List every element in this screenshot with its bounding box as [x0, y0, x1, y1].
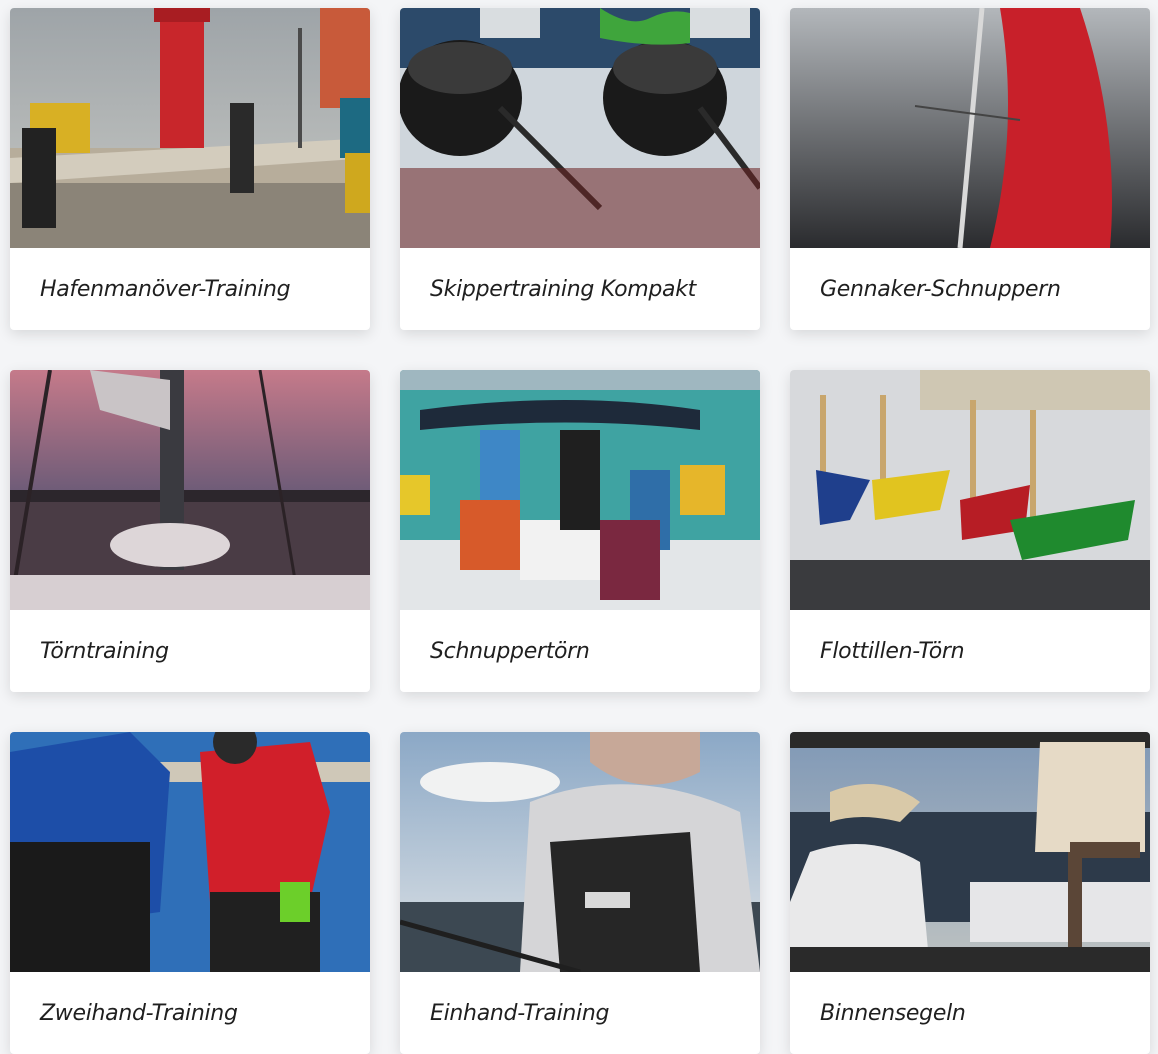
- winch-photo[interactable]: [400, 8, 760, 248]
- course-card-zweihand[interactable]: Zweihand-Training: [10, 732, 370, 1054]
- two-sailors-photo[interactable]: [10, 732, 370, 972]
- red-sail-photo[interactable]: [790, 8, 1150, 248]
- course-title[interactable]: Flottillen-Törn: [790, 610, 1150, 692]
- course-card-toerntraining[interactable]: Törntraining: [10, 370, 370, 692]
- course-title[interactable]: Skippertraining Kompakt: [400, 248, 760, 330]
- crew-on-deck-photo[interactable]: [400, 370, 760, 610]
- course-title[interactable]: Hafenmanöver-Training: [10, 248, 370, 330]
- toy-boats-photo[interactable]: [790, 370, 1150, 610]
- course-card-flottillen[interactable]: Flottillen-Törn: [790, 370, 1150, 692]
- harbor-lighthouse-photo[interactable]: [10, 8, 370, 248]
- course-card-schnuppertoern[interactable]: Schnuppertörn: [400, 370, 760, 692]
- course-title[interactable]: Gennaker-Schnuppern: [790, 248, 1150, 330]
- single-sailor-photo[interactable]: [400, 732, 760, 972]
- course-card-gennaker[interactable]: Gennaker-Schnuppern: [790, 8, 1150, 330]
- course-title[interactable]: Schnuppertörn: [400, 610, 760, 692]
- course-grid: Hafenmanöver-Training Skippertraining Ko…: [0, 0, 1158, 1054]
- course-card-hafenmanoever[interactable]: Hafenmanöver-Training: [10, 8, 370, 330]
- course-card-binnensegeln[interactable]: Binnensegeln: [790, 732, 1150, 1054]
- course-card-einhand[interactable]: Einhand-Training: [400, 732, 760, 1054]
- lake-sailing-photo[interactable]: [790, 732, 1150, 972]
- course-card-skippertraining[interactable]: Skippertraining Kompakt: [400, 8, 760, 330]
- course-title[interactable]: Törntraining: [10, 610, 370, 692]
- sunset-marina-photo[interactable]: [10, 370, 370, 610]
